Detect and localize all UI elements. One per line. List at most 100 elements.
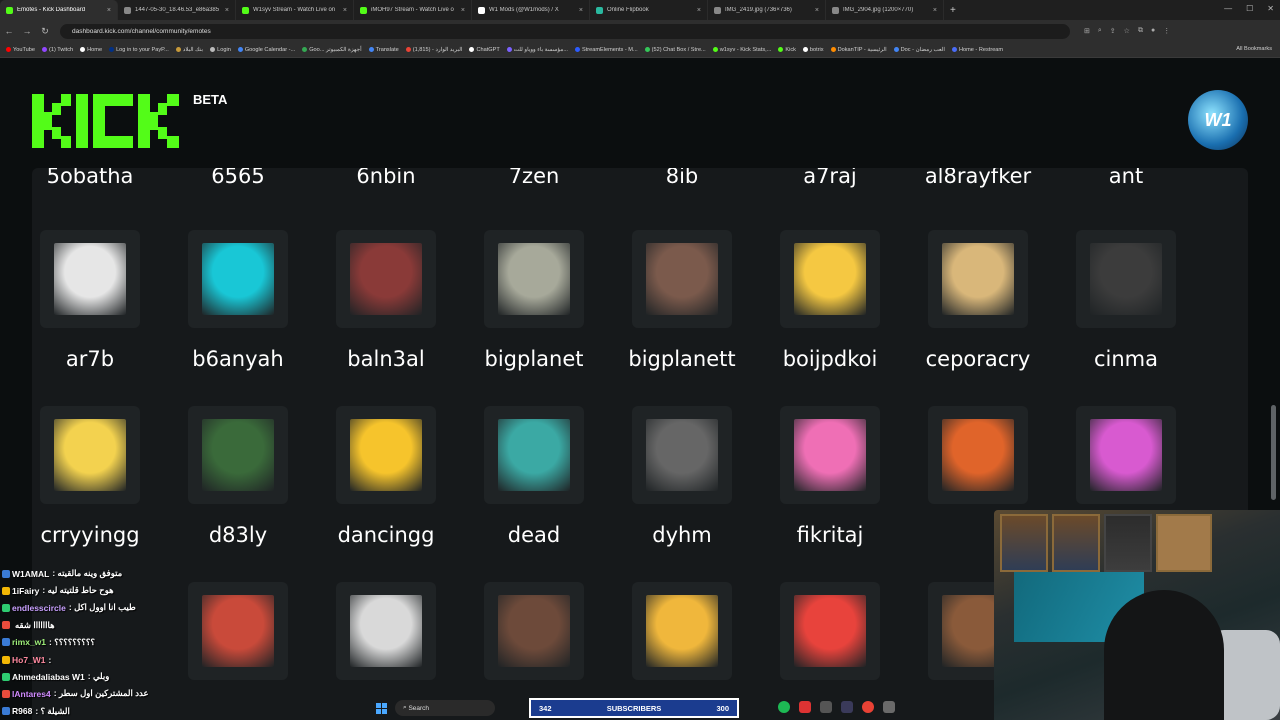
emote-tile[interactable] (632, 230, 732, 328)
browser-tab[interactable]: IMG_2904.jpg (1200×770) × (826, 0, 944, 20)
emote-tile[interactable] (928, 406, 1028, 504)
app-icon-gray[interactable] (820, 701, 832, 713)
poster-1 (1000, 514, 1048, 572)
bookmark-item[interactable]: Doc - العب رمضان (893, 47, 945, 53)
emote-tile[interactable] (780, 582, 880, 680)
emote-tile[interactable] (1076, 406, 1176, 504)
zoom-icon[interactable]: ⌕ (1098, 27, 1102, 35)
minimize-icon[interactable]: — (1224, 4, 1232, 13)
bookmark-item[interactable]: Goo... أجهزة الكمبيوتر (302, 47, 362, 53)
url-input[interactable]: dashboard.kick.com/channel/community/emo… (60, 23, 1070, 39)
extensions-icon[interactable]: ⧉ (1138, 27, 1143, 35)
close-tab-icon[interactable]: × (343, 7, 347, 14)
browser-tab[interactable]: IMG_2419.jpg (736×736) × (708, 0, 826, 20)
profile-icon[interactable]: ● (1151, 27, 1155, 35)
bookmark-item[interactable]: Google Calendar -... (237, 47, 295, 53)
emote-tile[interactable] (928, 230, 1028, 328)
chat-message: endlesscircle: طيب انا اوول اكل (0, 599, 182, 616)
maximize-icon[interactable]: ☐ (1246, 4, 1253, 13)
share-icon[interactable]: ⇪ (1110, 27, 1116, 35)
bookmark-item[interactable]: (52) Chat Box / Stre... (644, 47, 706, 53)
bookmark-favicon-icon (109, 47, 115, 52)
emote-image (794, 595, 866, 667)
bookmark-item[interactable]: (1) Twitch (41, 47, 73, 53)
emote-tile[interactable] (1076, 230, 1176, 328)
new-tab-icon[interactable]: + (950, 5, 956, 16)
emote-tile[interactable] (188, 406, 288, 504)
bookmark-item[interactable]: Translate (368, 46, 399, 53)
emote-tile[interactable] (484, 406, 584, 504)
emote-tile[interactable] (780, 406, 880, 504)
bookmark-item[interactable]: مؤسسة باء ووياو للت... (506, 47, 568, 53)
page-scrollbar[interactable] (1271, 405, 1276, 500)
close-tab-icon[interactable]: × (815, 7, 819, 14)
user-avatar[interactable]: W1 (1188, 90, 1248, 150)
browser-tab[interactable]: W1 Mods (@W1mods) / X × (472, 0, 590, 20)
browser-tab[interactable]: Online Flipbook × (590, 0, 708, 20)
bookmark-item[interactable]: البريد الوارد - (1,815) (405, 47, 462, 53)
close-tab-icon[interactable]: × (107, 7, 111, 14)
browser-tab[interactable]: Emotes - Kick Dashboard × (0, 0, 118, 20)
close-tab-icon[interactable]: × (461, 7, 465, 14)
bookmark-item[interactable]: w1syv - Kick Stats,... (712, 47, 771, 53)
bookmark-item[interactable]: ChatGPT (469, 47, 500, 53)
browser-tab[interactable]: iMOH97 Stream - Watch Live o × (354, 0, 472, 20)
kick-logo[interactable] (32, 94, 188, 148)
taskbar-search[interactable]: ⌕ Search (395, 700, 495, 716)
back-icon[interactable]: ← (0, 26, 18, 36)
translate-icon[interactable]: ⊞ (1084, 27, 1090, 35)
spotify-icon[interactable] (778, 701, 790, 713)
chat-text: : طيب انا اوول اكل (68, 602, 136, 613)
all-bookmarks-button[interactable]: All Bookmarks (1236, 46, 1272, 52)
app-icon-red[interactable] (799, 701, 811, 713)
emote-image (646, 419, 718, 491)
emote-name: a7raj (803, 168, 857, 188)
bookmark-label: Home (87, 46, 103, 53)
emote-tile[interactable] (632, 582, 732, 680)
close-tab-icon[interactable]: × (579, 7, 583, 14)
chat-message: rimx_w1: ؟؟؟؟؟؟؟؟؟ (0, 634, 182, 651)
browser-tab[interactable]: 1447-05-30_18.46.53_e86a385 × (118, 0, 236, 20)
emote-tile[interactable] (188, 582, 288, 680)
windows-start-icon[interactable] (376, 702, 387, 714)
bookmark-item[interactable]: Home - Restream (951, 47, 1003, 53)
obs-icon[interactable] (841, 701, 853, 713)
bookmark-star-icon[interactable]: ☆ (1124, 27, 1130, 35)
bookmark-item[interactable]: Kick (778, 47, 796, 53)
browser-tab[interactable]: W1syv Stream - Watch Live on × (236, 0, 354, 20)
bookmark-item[interactable]: Log in to your PayP... (109, 47, 169, 53)
close-tab-icon[interactable]: × (933, 7, 937, 14)
menu-icon[interactable]: ⋮ (1163, 27, 1170, 35)
bookmark-item[interactable]: Login (210, 47, 231, 53)
forward-icon[interactable]: → (18, 26, 36, 36)
chat-badge-icon (2, 638, 10, 647)
chrome-icon[interactable] (862, 701, 874, 713)
taskbar-search-label: Search (408, 704, 430, 712)
bookmark-item[interactable]: DokanTIP - الرئيسية (830, 47, 887, 53)
emote-tile[interactable] (40, 406, 140, 504)
emote-tile[interactable] (336, 582, 436, 680)
close-tab-icon[interactable]: × (225, 7, 229, 14)
emote-tile[interactable] (780, 230, 880, 328)
emote-tile[interactable] (632, 406, 732, 504)
emote-name: cinma (1093, 347, 1158, 371)
close-window-icon[interactable]: ✕ (1267, 4, 1274, 13)
emote-tile[interactable] (484, 230, 584, 328)
emote-tile[interactable] (484, 582, 584, 680)
emote-tile[interactable] (188, 230, 288, 328)
subscribers-current: 342 (539, 703, 552, 713)
bookmark-item[interactable]: StreamElements - M... (574, 47, 638, 53)
close-tab-icon[interactable]: × (697, 7, 701, 14)
app-icon-dark[interactable] (883, 701, 895, 713)
bookmark-label: Translate (375, 46, 399, 53)
bookmark-item[interactable]: Home (80, 47, 102, 53)
emote-tile[interactable] (336, 230, 436, 328)
emote-tile[interactable] (336, 406, 436, 504)
reload-icon[interactable]: ↻ (36, 26, 54, 37)
bookmark-item[interactable]: بنك البلاد (175, 47, 203, 53)
bookmark-item[interactable]: YouTube (6, 47, 35, 53)
bookmark-item[interactable]: botrix (802, 47, 824, 53)
chat-username: lAntares4 (12, 688, 51, 699)
emote-tile[interactable] (40, 230, 140, 328)
bookmark-favicon-icon (405, 47, 411, 52)
